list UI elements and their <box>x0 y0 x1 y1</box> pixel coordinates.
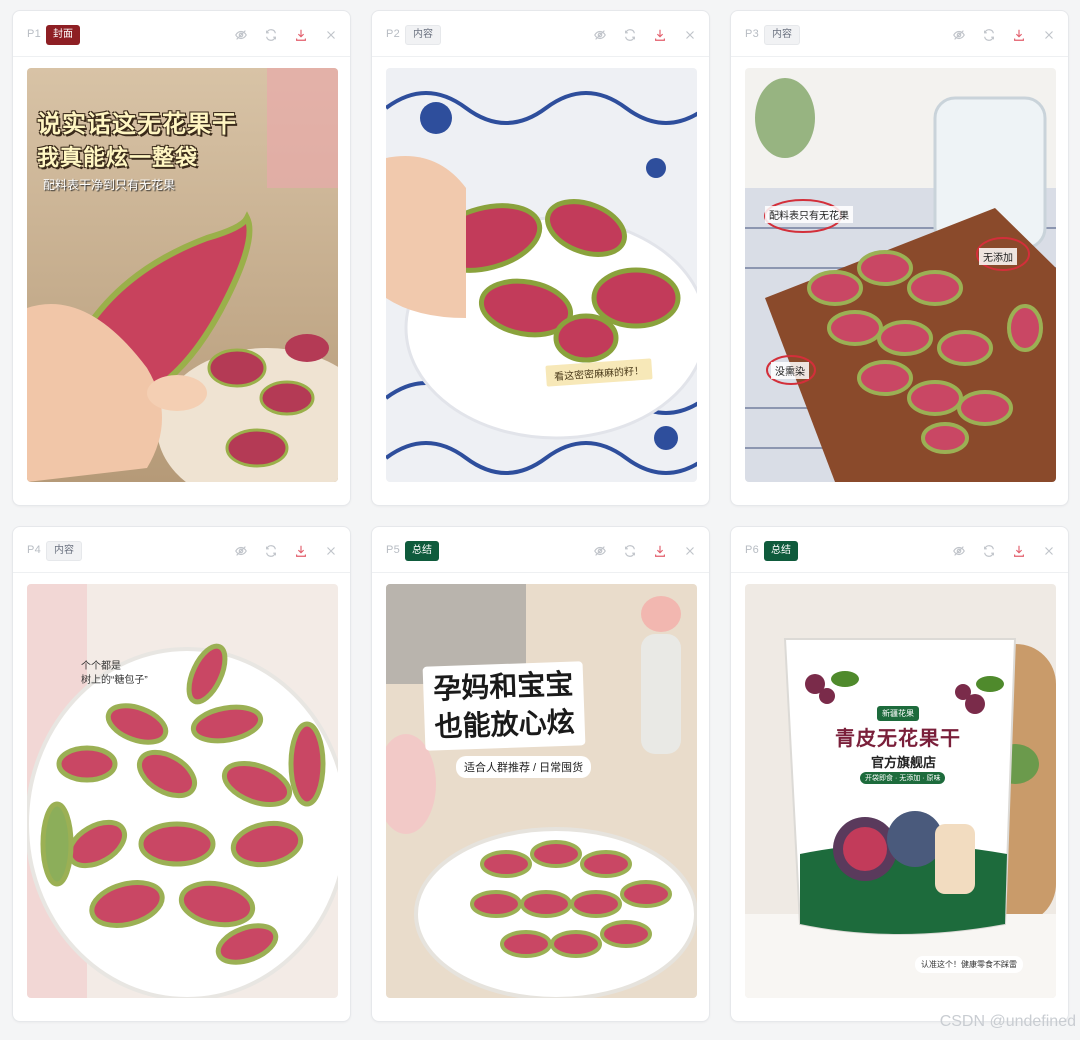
card-header: P2 内容 <box>372 11 709 57</box>
page-number: P5 <box>386 544 401 556</box>
page-type-badge: 封面 <box>46 25 80 45</box>
page-image[interactable]: 配料表只有无花果 无添加 没熏染 <box>745 68 1056 482</box>
page-card-p3[interactable]: P3 内容 配料表只有无花果 无添加 没熏染 <box>730 10 1069 506</box>
cover-headline-line2: 我真能炫一整袋 <box>37 145 199 170</box>
cover-subline: 配料表干净到只有无花果 <box>43 178 176 192</box>
eye-off-icon[interactable] <box>950 542 968 560</box>
page-type-badge: 内容 <box>764 25 800 45</box>
page-card-p6[interactable]: P6 总结 新疆花果 青皮无花果干 官方旗舰店 开袋即食 · 无添加 · 原味 … <box>730 526 1069 1022</box>
refresh-icon[interactable] <box>621 26 639 44</box>
fig-photo <box>745 584 1056 998</box>
eye-off-icon[interactable] <box>591 26 609 44</box>
handwritten-note: 个个都是 树上的“糖包子” <box>81 661 148 686</box>
page-card-p2[interactable]: P2 内容 看这密密麻麻的籽！ <box>371 10 710 506</box>
download-icon[interactable] <box>1010 542 1028 560</box>
refresh-icon[interactable] <box>980 26 998 44</box>
page-number: P2 <box>386 28 401 40</box>
refresh-icon[interactable] <box>621 542 639 560</box>
package-store: 官方旗舰店 <box>871 755 937 770</box>
refresh-icon[interactable] <box>980 542 998 560</box>
card-actions <box>950 26 1058 44</box>
page-card-p4[interactable]: P4 内容 个个都是 树上的“糖包子” <box>12 526 351 1022</box>
annotation-no-smoke: 没熏染 <box>771 362 809 379</box>
summary-subtitle: 适合人群推荐 / 日常囤货 <box>456 756 592 778</box>
download-icon[interactable] <box>1010 26 1028 44</box>
fig-photo <box>27 584 338 998</box>
close-icon[interactable] <box>681 26 699 44</box>
card-actions <box>591 542 699 560</box>
page-card-p5[interactable]: P5 总结 孕妈和宝宝 也能放心炫 适合人群推荐 / 日常囤货 <box>371 526 710 1022</box>
annotation-no-additives: 无添加 <box>979 248 1017 265</box>
eye-off-icon[interactable] <box>232 26 250 44</box>
page-number: P1 <box>27 28 42 40</box>
package-feature-strip: 开袋即食 · 无添加 · 原味 <box>860 772 946 784</box>
refresh-icon[interactable] <box>262 26 280 44</box>
page-type-badge: 内容 <box>405 25 441 45</box>
fig-photo <box>386 68 697 482</box>
page-image[interactable]: 个个都是 树上的“糖包子” <box>27 584 338 998</box>
refresh-icon[interactable] <box>262 542 280 560</box>
card-header: P4 内容 <box>13 527 350 573</box>
eye-off-icon[interactable] <box>950 26 968 44</box>
page-number: P6 <box>745 544 760 556</box>
card-header: P3 内容 <box>731 11 1068 57</box>
page-number: P4 <box>27 544 42 556</box>
fig-photo <box>745 68 1056 482</box>
cover-headline-line1: 说实话这无花果干 <box>37 111 237 138</box>
package-brand: 新疆花果 <box>877 706 919 721</box>
download-icon[interactable] <box>651 542 669 560</box>
card-actions <box>232 542 340 560</box>
page-type-badge: 内容 <box>46 541 82 561</box>
annotation-ingredients: 配料表只有无花果 <box>765 206 853 223</box>
download-icon[interactable] <box>292 542 310 560</box>
download-icon[interactable] <box>651 26 669 44</box>
page-image[interactable]: 看这密密麻麻的籽！ <box>386 68 697 482</box>
summary-headline: 孕妈和宝宝 也能放心炫 <box>422 661 586 751</box>
page-image[interactable]: 说实话这无花果干 我真能炫一整袋 配料表干净到只有无花果 <box>27 68 338 482</box>
page-type-badge: 总结 <box>764 541 798 561</box>
page-type-badge: 总结 <box>405 541 439 561</box>
download-icon[interactable] <box>292 26 310 44</box>
card-header: P5 总结 <box>372 527 709 573</box>
close-icon[interactable] <box>322 542 340 560</box>
card-actions <box>591 26 699 44</box>
package-title: 青皮无花果干 <box>835 728 961 750</box>
page-image[interactable]: 孕妈和宝宝 也能放心炫 适合人群推荐 / 日常囤货 <box>386 584 697 998</box>
fig-photo <box>386 584 697 998</box>
page-card-p1[interactable]: P1 封面 说实话这无花果干 我真能炫一整袋 配料表干净到只有无花果 <box>12 10 351 506</box>
close-icon[interactable] <box>1040 26 1058 44</box>
close-icon[interactable] <box>322 26 340 44</box>
card-actions <box>232 26 340 44</box>
close-icon[interactable] <box>1040 542 1058 560</box>
package-footer-tag: 认准这个！健康零食不踩雷 <box>915 956 1023 973</box>
eye-off-icon[interactable] <box>232 542 250 560</box>
page-image[interactable]: 新疆花果 青皮无花果干 官方旗舰店 开袋即食 · 无添加 · 原味 认准这个！健… <box>745 584 1056 998</box>
watermark: CSDN @undefined <box>939 1013 1076 1030</box>
close-icon[interactable] <box>681 542 699 560</box>
page-number: P3 <box>745 28 760 40</box>
card-header: P1 封面 <box>13 11 350 57</box>
card-header: P6 总结 <box>731 527 1068 573</box>
page-grid: P1 封面 说实话这无花果干 我真能炫一整袋 配料表干净到只有无花果 P2 内容… <box>0 0 1080 1040</box>
card-actions <box>950 542 1058 560</box>
eye-off-icon[interactable] <box>591 542 609 560</box>
